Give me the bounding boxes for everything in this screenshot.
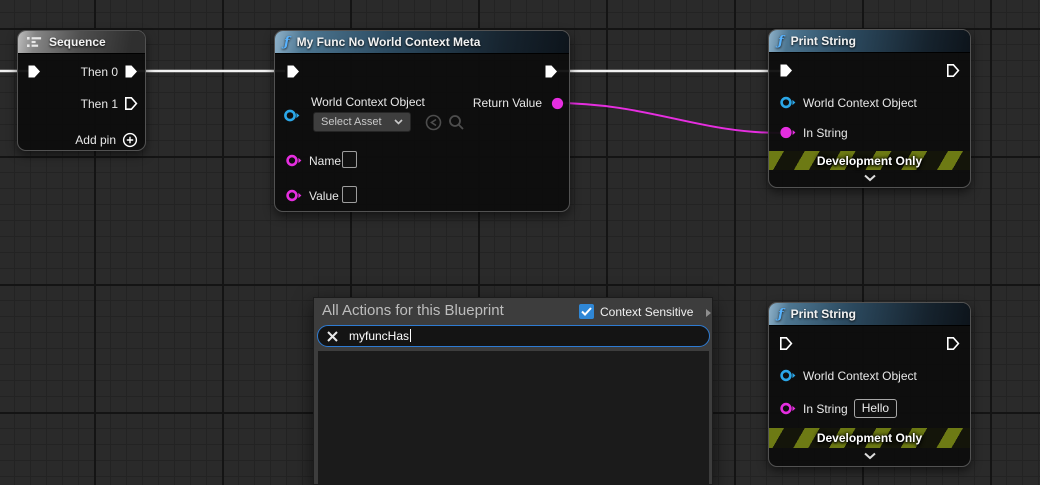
node-title: My Func No World Context Meta bbox=[297, 35, 481, 49]
context-sensitive-checkbox[interactable] bbox=[579, 304, 594, 319]
chevron-down-icon bbox=[394, 119, 403, 125]
use-selected-icon[interactable] bbox=[425, 114, 442, 131]
string-pin-icon bbox=[285, 153, 303, 168]
function-icon: ƒ bbox=[778, 34, 784, 49]
select-asset-label: Select Asset bbox=[321, 116, 382, 128]
exec-pin-icon bbox=[946, 63, 960, 78]
print-bottom-world-context-pin[interactable]: World Context Object bbox=[779, 368, 917, 383]
node-sequence[interactable]: Sequence Then 0 Then 1 Add pin bbox=[17, 30, 146, 151]
action-menu-title: All Actions for this Blueprint bbox=[322, 302, 504, 319]
print-top-world-context-pin[interactable]: World Context Object bbox=[779, 95, 917, 110]
object-pin-icon bbox=[283, 108, 301, 123]
check-icon bbox=[581, 307, 592, 316]
exec-pin-icon bbox=[779, 63, 793, 78]
development-only-label: Development Only bbox=[817, 154, 922, 168]
string-pin-icon bbox=[550, 96, 565, 111]
pin-label-return-value: Return Value bbox=[473, 96, 542, 110]
node-print-string-bottom-header[interactable]: ƒ Print String bbox=[769, 303, 970, 326]
exec-pin-icon bbox=[779, 336, 793, 351]
print-top-exec-out-pin[interactable] bbox=[946, 63, 960, 78]
sequence-icon bbox=[27, 36, 42, 48]
print-top-exec-in-pin[interactable] bbox=[779, 63, 793, 78]
browse-asset-icon[interactable] bbox=[448, 114, 465, 131]
pin-label-world-context: World Context Object bbox=[803, 96, 917, 110]
clear-search-icon[interactable] bbox=[326, 330, 339, 343]
action-menu-popup: All Actions for this Blueprint Context S… bbox=[313, 297, 713, 485]
sequence-exec-in-pin[interactable] bbox=[27, 64, 41, 79]
node-print-string-top-header[interactable]: ƒ Print String bbox=[769, 30, 970, 53]
print-bottom-exec-in-pin[interactable] bbox=[779, 336, 793, 351]
add-pin-label: Add pin bbox=[75, 133, 116, 147]
string-pin-icon bbox=[779, 401, 797, 416]
blueprint-graph-canvas[interactable]: Sequence Then 0 Then 1 Add pin bbox=[0, 0, 1040, 485]
pin-label-in-string: In String bbox=[803, 402, 848, 416]
node-my-func-header[interactable]: ƒ My Func No World Context Meta bbox=[275, 31, 569, 54]
value-input-field[interactable] bbox=[342, 186, 357, 203]
print-top-in-string-pin[interactable]: In String bbox=[779, 125, 848, 140]
node-sequence-header[interactable]: Sequence bbox=[18, 31, 145, 54]
context-sensitive-label: Context Sensitive bbox=[600, 305, 693, 319]
pin-label-then0: Then 0 bbox=[81, 65, 118, 79]
sequence-then1-exec-out-pin[interactable] bbox=[124, 96, 138, 111]
print-bottom-exec-out-pin[interactable] bbox=[946, 336, 960, 351]
expand-options-arrow[interactable] bbox=[706, 309, 711, 317]
exec-pin-icon bbox=[544, 64, 558, 79]
pin-label-then1: Then 1 bbox=[81, 97, 118, 111]
pin-label-world-context: World Context Object bbox=[311, 95, 425, 109]
pin-label-world-context: World Context Object bbox=[803, 369, 917, 383]
search-input-value: myfuncHas bbox=[349, 329, 409, 343]
add-pin-button[interactable] bbox=[122, 132, 138, 148]
node-title: Print String bbox=[791, 307, 856, 321]
node-collapse-chevron[interactable] bbox=[863, 174, 877, 182]
exec-pin-icon bbox=[946, 336, 960, 351]
development-only-band: Development Only bbox=[769, 151, 970, 170]
string-pin-icon bbox=[779, 125, 797, 140]
search-input[interactable]: myfuncHas bbox=[317, 325, 710, 347]
pin-label-name: Name bbox=[309, 154, 341, 168]
text-caret bbox=[410, 329, 411, 342]
node-print-string-bottom[interactable]: ƒ Print String World Context Object bbox=[768, 302, 971, 467]
development-only-label: Development Only bbox=[817, 431, 922, 445]
node-print-string-top[interactable]: ƒ Print String World Context Object bbox=[768, 29, 971, 188]
node-my-func[interactable]: ƒ My Func No World Context Meta World Co… bbox=[274, 30, 570, 212]
pin-label-in-string: In String bbox=[803, 126, 848, 140]
function-icon: ƒ bbox=[284, 35, 290, 50]
node-title: Sequence bbox=[49, 35, 106, 49]
string-wire-returnvalue-to-instring bbox=[553, 103, 782, 133]
sequence-then0-exec-out-pin[interactable] bbox=[124, 64, 138, 79]
myfunc-name-pin[interactable] bbox=[285, 153, 303, 168]
myfunc-return-value-pin[interactable] bbox=[550, 96, 565, 111]
object-pin-icon bbox=[779, 95, 797, 110]
pin-label-value: Value bbox=[309, 189, 339, 203]
node-title: Print String bbox=[791, 34, 856, 48]
exec-pin-icon bbox=[27, 64, 41, 79]
print-bottom-in-string-pin[interactable]: In String Hello bbox=[779, 399, 897, 418]
myfunc-exec-in-pin[interactable] bbox=[286, 64, 300, 79]
in-string-value-field[interactable]: Hello bbox=[854, 399, 897, 418]
object-pin-icon bbox=[779, 368, 797, 383]
string-pin-icon bbox=[285, 188, 303, 203]
myfunc-exec-out-pin[interactable] bbox=[544, 64, 558, 79]
exec-pin-icon bbox=[286, 64, 300, 79]
function-icon: ƒ bbox=[778, 307, 784, 322]
name-input-field[interactable] bbox=[342, 151, 357, 168]
select-asset-dropdown[interactable]: Select Asset bbox=[313, 112, 411, 132]
development-only-band: Development Only bbox=[769, 428, 970, 448]
myfunc-world-context-pin[interactable] bbox=[283, 108, 301, 123]
search-results-list bbox=[318, 351, 709, 485]
node-collapse-chevron[interactable] bbox=[863, 452, 877, 460]
myfunc-value-pin[interactable] bbox=[285, 188, 303, 203]
